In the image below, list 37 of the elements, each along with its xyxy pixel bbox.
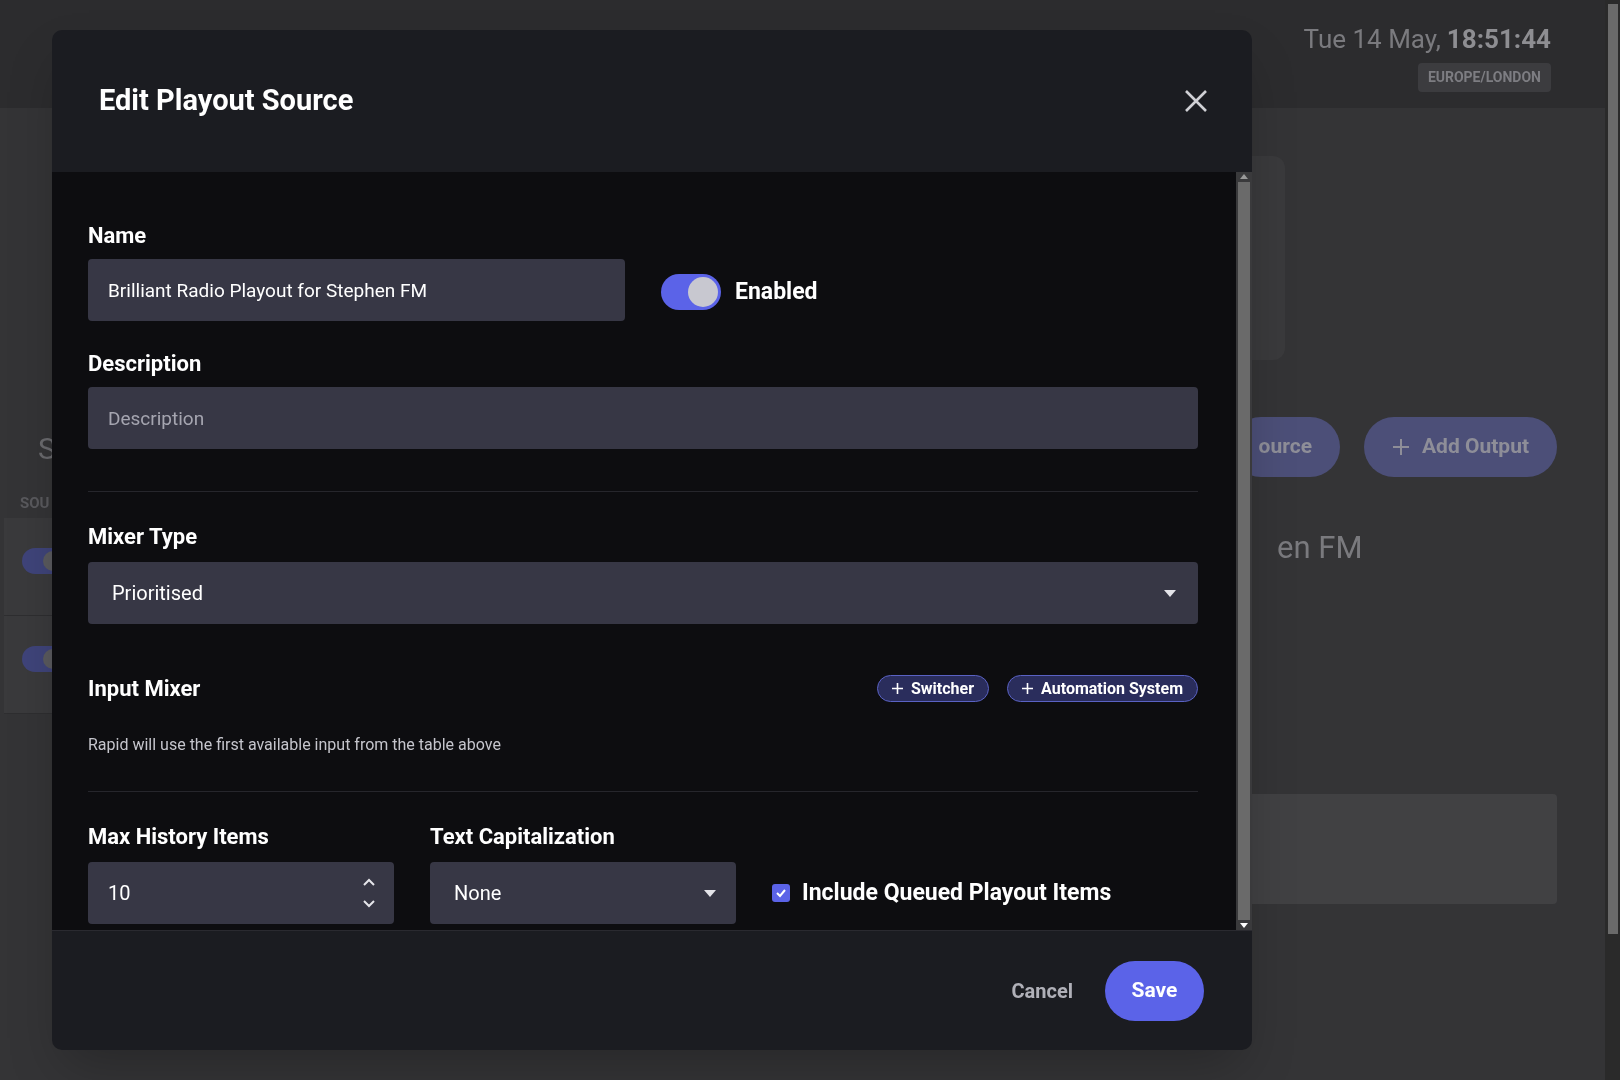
dialog-title: Edit Playout Source <box>99 82 354 120</box>
caret-icon <box>1164 589 1176 597</box>
timezone-badge: EUROPE/LONDON <box>1417 63 1551 92</box>
dialog-scrollbar[interactable] <box>1236 172 1252 930</box>
source-title: en FM <box>1276 528 1364 568</box>
plus-icon <box>1392 438 1410 456</box>
caret-icon <box>704 889 716 897</box>
section-heading: Input Mixer <box>88 675 201 703</box>
add-chip[interactable]: Switcher <box>877 675 990 702</box>
close-icon[interactable] <box>1184 89 1208 113</box>
mixer-type-select[interactable]: Prioritised <box>88 562 1198 624</box>
clock-time: 18:51:44 <box>1446 23 1551 56</box>
field-label: Text Capitalization <box>430 823 616 851</box>
field-label: Description <box>88 350 203 378</box>
field-label: Max History Items <box>88 823 270 851</box>
field-label: Name <box>88 222 148 250</box>
spinner-icon[interactable] <box>362 877 376 909</box>
cancel-button[interactable]: Cancel <box>1011 975 1073 1006</box>
field-label: Mixer Type <box>88 523 198 551</box>
scroll-down-icon[interactable] <box>1240 923 1248 928</box>
checkbox-label: Include Queued Playout Items <box>802 877 1112 908</box>
plus-icon <box>1022 683 1034 694</box>
scroll-up-icon[interactable] <box>1240 174 1248 179</box>
description-input[interactable]: Description <box>88 387 1198 449</box>
page-scrollbar[interactable] <box>1605 0 1620 1080</box>
add-chip[interactable]: Automation System <box>1007 675 1198 702</box>
toggle-label: Enabled <box>735 276 818 307</box>
toggle-switch[interactable] <box>661 274 721 310</box>
number-input[interactable]: 10 <box>88 862 394 924</box>
capitalization-select[interactable]: None <box>430 862 736 924</box>
checkmark-icon <box>775 887 787 899</box>
checkbox[interactable] <box>772 884 790 902</box>
plus-icon <box>892 683 903 694</box>
save-button[interactable]: Save <box>1105 960 1204 1021</box>
clock-date: Tue 14 May, <box>1303 23 1441 56</box>
help-text: Rapid will use the first available input from the table above <box>88 734 502 756</box>
name-input[interactable]: Brilliant Radio Playout for Stephen FM <box>88 259 625 321</box>
